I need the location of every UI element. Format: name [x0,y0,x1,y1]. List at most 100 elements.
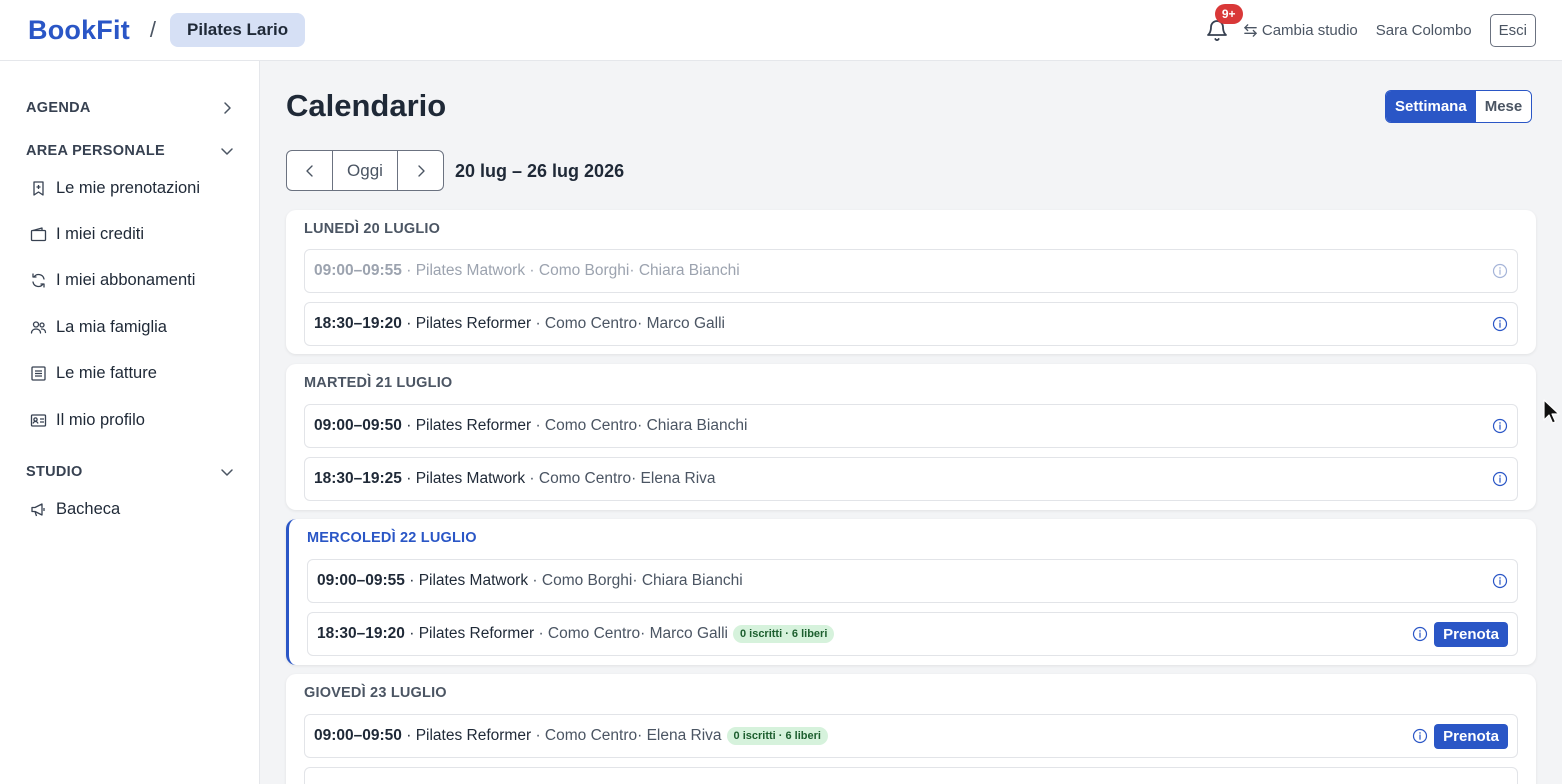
sidebar-item-label: La mia famiglia [56,318,167,336]
session-instructor: Elena Riva [640,470,716,487]
session-instructor: Marco Galli [646,315,725,332]
session-instructor: Chiara Bianchi [641,572,743,589]
notifications-button[interactable]: 9+ [1205,3,1243,44]
sidebar-item-famiglia[interactable]: La mia famiglia [30,318,167,337]
session-class: Pilates Reformer [415,417,532,434]
top-bar: BookFit / Pilates Lario 9+ Cambia studio… [0,0,1562,61]
breadcrumb-separator: / [149,17,157,42]
view-toggle: Settimana Mese [1385,90,1533,123]
week-view-button[interactable]: Settimana [1386,91,1476,122]
session-location: Como Centro [547,625,641,642]
info-icon[interactable] [1492,471,1508,487]
sidebar-item-prenotazioni[interactable]: Le mie prenotazioni [30,179,200,198]
refresh-icon [30,272,47,289]
session-row[interactable]: 18:30–19:20 · Pilates Reformer · Como Ce… [307,612,1518,656]
info-icon[interactable] [1412,728,1428,744]
session-class: Pilates Matwork [415,470,526,487]
date-range: 20 lug – 26 lug 2026 [455,161,625,181]
session-row[interactable]: 09:00–09:50 · Pilates Reformer · Como Ce… [304,404,1518,448]
today-button[interactable]: Oggi [332,151,398,190]
session-instructor: Marco Galli [649,625,728,642]
logout-button[interactable]: Esci [1489,14,1536,47]
receipt-icon [30,365,47,382]
session-time: 18:30–19:25 [314,470,402,487]
sidebar-item-label: Il mio profilo [56,411,145,429]
sidebar-item-crediti[interactable]: I miei crediti [30,225,144,244]
day-title: GIOVEDÌ 23 LUGLIO [304,685,447,701]
availability-badge: 0 iscritti · 6 liberi [726,727,828,745]
section-label: AREA PERSONALE [26,143,166,159]
sidebar-section-studio[interactable]: STUDIO [26,464,234,480]
megaphone-icon [30,501,47,518]
session-class: Pilates Reformer [415,315,532,332]
sidebar-item-fatture[interactable]: Le mie fatture [30,364,157,383]
info-icon[interactable] [1412,626,1428,642]
day-title: MARTEDÌ 21 LUGLIO [304,375,453,391]
bookmark-icon [30,180,47,197]
book-button[interactable]: Prenota [1434,723,1508,749]
session-time: 18:30–19:20 [314,315,402,332]
book-button[interactable]: Prenota [1434,621,1508,647]
sidebar-item-label: Le mie prenotazioni [56,179,201,197]
day-card: LUNEDÌ 20 LUGLIO 09:00–09:55 · Pilates M… [286,210,1536,354]
session-row[interactable]: 09:00–09:50 · Pilates Reformer · Como Ce… [304,714,1518,758]
session-time: 09:00–09:55 [314,262,402,279]
week-navigation: Oggi [286,150,444,191]
id-card-icon [30,412,47,429]
info-icon[interactable] [1492,263,1508,279]
prev-week-button[interactable] [287,151,332,190]
sidebar-item-profilo[interactable]: Il mio profilo [30,411,145,430]
session-row[interactable]: 18:30–19:25 · Pilates Matwork · Como Cen… [304,457,1518,501]
sidebar-item-label: I miei crediti [56,225,145,243]
switch-studio-label: Cambia studio [1261,22,1358,39]
month-view-button[interactable]: Mese [1475,91,1532,122]
users-icon [30,319,47,336]
session-row[interactable]: 09:00–09:55 · Pilates Matwork · Como Bor… [304,249,1518,293]
session-class: Pilates Reformer [415,727,532,744]
wallet-icon [30,226,47,243]
switch-studio-link[interactable]: Cambia studio [1243,22,1358,39]
day-title: MERCOLEDÌ 22 LUGLIO [307,530,477,546]
session-row-partial[interactable] [304,767,1518,784]
user-name[interactable]: Sara Colombo [1376,22,1472,39]
info-icon[interactable] [1492,573,1508,589]
availability-badge: 0 iscritti · 6 liberi [732,625,835,643]
session-row[interactable]: 09:00–09:55 · Pilates Matwork · Como Bor… [307,559,1518,603]
session-time: 09:00–09:55 [317,572,405,589]
chevron-right-icon [417,164,425,177]
brand-logo[interactable]: BookFit [28,15,130,46]
session-class: Pilates Matwork [415,262,526,279]
session-location: Como Centro [544,727,638,744]
session-instructor: Chiara Bianchi [638,262,740,279]
session-time: 09:00–09:50 [314,727,402,744]
session-location: Como Centro [544,417,638,434]
sidebar-item-label: I miei abbonamenti [56,271,196,289]
session-time: 18:30–19:20 [317,625,405,642]
info-icon[interactable] [1492,316,1508,332]
session-location: Como Centro [544,315,638,332]
sidebar-section-area-personale[interactable]: AREA PERSONALE [26,143,234,159]
notification-badge: 9+ [1214,3,1243,24]
chevron-down-icon [221,469,233,476]
studio-chip[interactable]: Pilates Lario [170,13,306,47]
chevron-left-icon [305,164,313,177]
sidebar-section-agenda[interactable]: AGENDA [26,100,234,116]
day-title: LUNEDÌ 20 LUGLIO [304,221,441,237]
session-row[interactable]: 18:30–19:20 · Pilates Reformer · Como Ce… [304,302,1518,346]
chevron-right-icon [224,102,231,114]
session-location: Como Borghi [541,572,633,589]
sidebar-item-label: Le mie fatture [56,364,157,382]
sidebar-item-bacheca[interactable]: Bacheca [30,500,120,519]
next-week-button[interactable] [398,151,443,190]
sidebar: AGENDA AREA PERSONALE Le mie prenotazion… [0,61,260,784]
swap-icon [1244,24,1257,37]
section-label: STUDIO [26,464,83,480]
header-actions: 9+ Cambia studio Sara Colombo Esci [1205,0,1536,61]
day-card: GIOVEDÌ 23 LUGLIO 09:00–09:50 · Pilates … [286,674,1536,784]
session-location: Como Borghi [538,262,630,279]
day-card-today: MERCOLEDÌ 22 LUGLIO 09:00–09:55 · Pilate… [286,519,1536,665]
sidebar-item-abbonamenti[interactable]: I miei abbonamenti [30,271,195,290]
session-instructor: Chiara Bianchi [646,417,748,434]
info-icon[interactable] [1492,418,1508,434]
session-class: Pilates Reformer [418,625,535,642]
